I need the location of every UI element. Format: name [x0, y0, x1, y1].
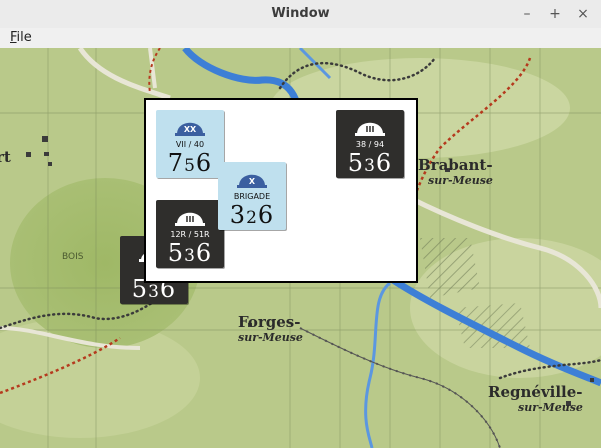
place-name: rt: [0, 148, 11, 166]
unit-counter[interactable]: X BRIGADE 326: [218, 162, 286, 230]
window-title: Window: [271, 6, 330, 21]
menu-file[interactable]: File: [10, 30, 32, 45]
defense-factor: 3: [148, 282, 160, 302]
unit-factors: 756: [156, 150, 224, 179]
place-name: Forges-: [238, 313, 301, 331]
unit-ident: BRIGADE: [233, 192, 271, 201]
stack-popup: XX VII / 40 756 III 12R / 51R 536 X BRIG…: [144, 98, 418, 283]
movement-factor: 6: [195, 239, 213, 267]
stream: [364, 281, 391, 448]
close-button[interactable]: ×: [574, 5, 592, 23]
defense-factor: 3: [364, 156, 376, 176]
defense-factor: 2: [246, 208, 258, 228]
helmet-icon: XX: [175, 122, 205, 136]
echelon-label: III: [366, 125, 375, 134]
place-name: Regnéville-: [488, 383, 583, 401]
helmet-icon: III: [355, 122, 385, 136]
attack-factor: 7: [167, 149, 185, 177]
road: [148, 48, 157, 89]
minimize-button[interactable]: –: [518, 5, 536, 23]
unit-ident: VII / 40: [175, 140, 205, 149]
menu-file-label: ile: [16, 30, 32, 45]
place-name: Brabant-: [418, 156, 493, 174]
unit-factors: 326: [218, 202, 286, 231]
place-brabant: Brabant- sur-Meuse: [418, 156, 493, 187]
defense-factor: 3: [184, 246, 196, 266]
helmet-icon: X: [237, 174, 267, 188]
attack-factor: 5: [167, 239, 185, 267]
unit-ident: 38 / 94: [355, 140, 385, 149]
hatched-area: [420, 238, 480, 298]
menu-bar: File: [0, 28, 601, 49]
movement-factor: 6: [375, 149, 393, 177]
attack-factor: 5: [347, 149, 365, 177]
place-regneville: Regnéville- sur-Meuse: [488, 383, 583, 414]
unit-ident: 12R / 51R: [170, 230, 210, 239]
game-map[interactable]: BOIS t Brabant- sur-Meuse Forges- sur-Me…: [0, 48, 601, 448]
echelon-label: XX: [184, 125, 197, 134]
echelon-label: X: [249, 177, 256, 186]
unit-factors: 536: [336, 150, 404, 179]
place-subname: sur-Meuse: [428, 174, 493, 187]
helmet-icon: III: [175, 212, 205, 226]
movement-factor: 6: [257, 201, 275, 229]
unit-counter[interactable]: XX VII / 40 756: [156, 110, 224, 178]
hatched-area: [455, 303, 530, 348]
defense-factor: 5: [184, 156, 196, 176]
title-bar: Window – + ×: [0, 0, 601, 29]
place-forges: Forges- sur-Meuse: [238, 313, 303, 344]
movement-factor: 6: [195, 149, 213, 177]
unit-factors: 536: [156, 240, 224, 269]
maximize-button[interactable]: +: [546, 5, 564, 23]
attack-factor: 3: [229, 201, 247, 229]
echelon-label: III: [186, 215, 195, 224]
unit-counter[interactable]: III 38 / 94 536: [336, 110, 404, 178]
unit-counter[interactable]: III 12R / 51R 536: [156, 200, 224, 268]
place-subname: sur-Meuse: [238, 331, 303, 344]
place-subname: sur-Meuse: [518, 401, 583, 414]
woods-label: BOIS: [62, 252, 84, 262]
